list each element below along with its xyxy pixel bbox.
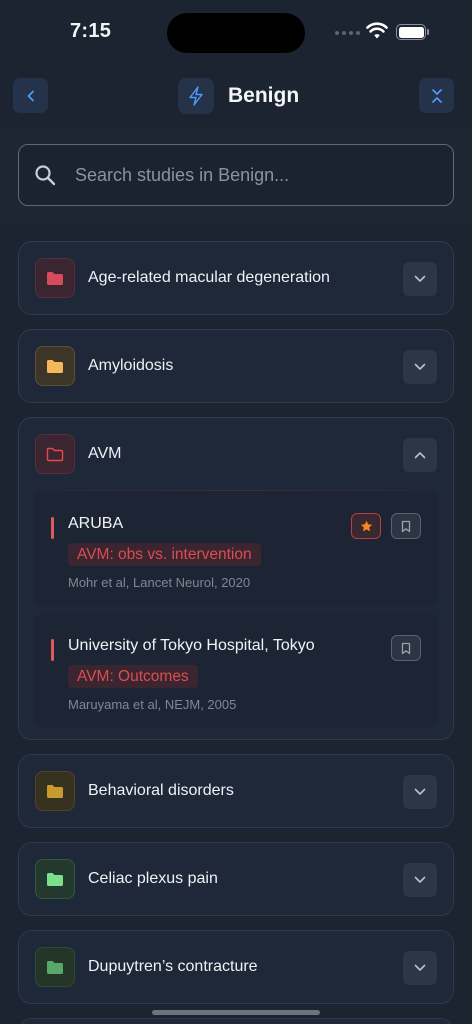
bookmark-icon bbox=[401, 520, 411, 532]
expand-button[interactable] bbox=[403, 262, 437, 296]
status-time: 7:15 bbox=[70, 20, 112, 42]
page-title: Benign bbox=[228, 84, 300, 107]
star-icon bbox=[360, 520, 372, 531]
study-item[interactable]: ARUBA AVM: obs vs. intervention Mohr et … bbox=[33, 491, 439, 605]
home-indicator bbox=[152, 1010, 320, 1015]
study-tag: AVM: obs vs. intervention bbox=[68, 543, 261, 566]
chevron-down-icon bbox=[414, 876, 426, 883]
folder-open-icon bbox=[35, 434, 75, 474]
dynamic-island bbox=[167, 13, 305, 53]
category-card[interactable]: Amyloidosis bbox=[18, 329, 454, 403]
study-accent-bar bbox=[51, 517, 54, 539]
bookmark-icon bbox=[401, 642, 411, 654]
expand-button[interactable] bbox=[403, 951, 437, 985]
category-card-expanded[interactable]: AVM ARUBA AVM: obs vs. intervention Mohr… bbox=[18, 417, 454, 740]
collapse-icon bbox=[431, 88, 442, 103]
category-label: Celiac plexus pain bbox=[88, 870, 218, 887]
study-citation: Mohr et al, Lancet Neurol, 2020 bbox=[68, 575, 251, 590]
bookmark-button[interactable] bbox=[391, 635, 421, 661]
back-button[interactable] bbox=[13, 78, 48, 113]
folder-icon bbox=[35, 771, 75, 811]
nav-header: Benign bbox=[0, 78, 472, 114]
status-bar: 7:15 bbox=[0, 0, 472, 64]
collapse-all-button[interactable] bbox=[419, 78, 454, 113]
search-box bbox=[18, 144, 454, 206]
page-title-group: Benign bbox=[178, 78, 299, 114]
search-area bbox=[0, 128, 472, 224]
expand-button[interactable] bbox=[403, 775, 437, 809]
study-title: University of Tokyo Hospital, Tokyo bbox=[68, 637, 315, 654]
chevron-down-icon bbox=[414, 964, 426, 971]
study-accent-bar bbox=[51, 639, 54, 661]
category-label: AVM bbox=[88, 445, 122, 462]
lightning-icon bbox=[178, 78, 214, 114]
category-list: Age-related macular degeneration Amyloid… bbox=[18, 241, 454, 1024]
search-icon bbox=[35, 165, 56, 186]
chevron-down-icon bbox=[414, 363, 426, 370]
chevron-left-icon bbox=[27, 90, 34, 101]
category-card[interactable]: Age-related macular degeneration bbox=[18, 241, 454, 315]
wifi-icon bbox=[366, 22, 388, 39]
category-label: Behavioral disorders bbox=[88, 782, 234, 799]
chevron-down-icon bbox=[414, 788, 426, 795]
collapse-button[interactable] bbox=[403, 438, 437, 472]
category-card[interactable]: Behavioral disorders bbox=[18, 754, 454, 828]
bookmark-button[interactable] bbox=[391, 513, 421, 539]
folder-icon bbox=[35, 859, 75, 899]
study-title: ARUBA bbox=[68, 515, 124, 532]
signal-icon bbox=[335, 31, 360, 35]
folder-icon bbox=[35, 258, 75, 298]
study-item[interactable]: University of Tokyo Hospital, Tokyo AVM:… bbox=[33, 613, 439, 727]
category-label: Dupuytren’s contracture bbox=[88, 958, 258, 975]
search-input[interactable] bbox=[75, 164, 435, 186]
folder-icon bbox=[35, 947, 75, 987]
study-tag: AVM: Outcomes bbox=[68, 665, 198, 688]
chevron-down-icon bbox=[414, 275, 426, 282]
category-card-partial[interactable] bbox=[18, 1018, 454, 1024]
favorite-button[interactable] bbox=[351, 513, 381, 539]
category-label: Age-related macular degeneration bbox=[88, 269, 330, 286]
chevron-up-icon bbox=[414, 452, 426, 459]
expand-button[interactable] bbox=[403, 350, 437, 384]
category-label: Amyloidosis bbox=[88, 357, 174, 374]
battery-icon bbox=[396, 24, 429, 40]
category-card[interactable]: Dupuytren’s contracture bbox=[18, 930, 454, 1004]
folder-icon bbox=[35, 346, 75, 386]
study-citation: Maruyama et al, NEJM, 2005 bbox=[68, 697, 237, 712]
expand-button[interactable] bbox=[403, 863, 437, 897]
category-card[interactable]: Celiac plexus pain bbox=[18, 842, 454, 916]
